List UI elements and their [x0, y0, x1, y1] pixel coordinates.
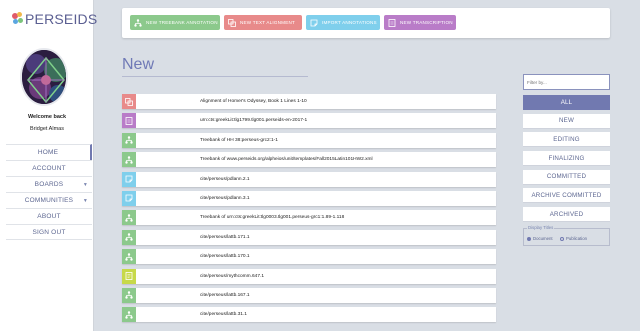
create-toolbar: NEW TREEBANK ANNOTATION NEW TEXT ALIGNME… [122, 8, 610, 38]
alignment-icon [228, 18, 236, 27]
logo-text: PERSEIDS [25, 11, 98, 27]
treebank-icon [122, 249, 136, 265]
option-label: Publication [566, 236, 588, 241]
alignment-icon [122, 94, 136, 109]
filter-label: EDITING [553, 135, 580, 143]
nav-item-communities[interactable]: COMMUNITIES ▼ [6, 192, 92, 208]
display-publication-option[interactable]: Publication [560, 236, 587, 241]
user-name: Bridget Almas [30, 126, 64, 132]
list-item-title[interactable]: Alignment of Homer's Odyssey, Book 1 Lin… [200, 99, 307, 104]
list-item[interactable]: cite/perseus/pdlann.3.1 [122, 190, 496, 206]
filter-label: ARCHIVE COMMITTED [531, 191, 602, 199]
title-divider [122, 76, 308, 77]
nav-item-label: ACCOUNT [32, 165, 66, 172]
list-item[interactable]: cite/perseus/lattb.31.1 [122, 307, 496, 323]
treebank-icon [122, 152, 136, 168]
nav-item-sign-out[interactable]: SIGN OUT [6, 224, 92, 240]
filter-finalizing-button[interactable]: FINALIZING [523, 151, 610, 167]
commentary-icon [122, 268, 136, 284]
list-item-title[interactable]: Treebank of HH 38:perseus-grc2:1-1 [200, 138, 278, 143]
list-item-title[interactable]: cite/perseus/mythcomm.647.1 [200, 274, 264, 279]
list-item-title[interactable]: cite/perseus/lattb.167.1 [200, 293, 250, 298]
annotation-icon [310, 19, 318, 27]
radio-selected-icon[interactable] [527, 236, 531, 241]
nav-item-label: SIGN OUT [32, 228, 66, 236]
new-treebank-annotation-button[interactable]: NEW TREEBANK ANNOTATION [130, 15, 220, 30]
caret-down-icon: ▼ [82, 198, 88, 204]
button-label: NEW TRANSCRIPTION [400, 20, 453, 25]
welcome-text: Welcome back [27, 114, 67, 120]
option-label: Document [533, 236, 553, 241]
page-title: New [122, 56, 155, 73]
display-titles-legend: Display Titles [527, 225, 555, 230]
treebank-icon [122, 210, 136, 226]
avatar[interactable] [20, 48, 68, 106]
treebank-icon [122, 132, 136, 148]
list-item[interactable]: Treebank of HH 38:perseus-grc2:1-1 [122, 132, 496, 148]
list-item-title[interactable]: cite/perseus/pdlann.2.1 [200, 177, 250, 182]
nav-item-label: BOARDS [34, 181, 64, 188]
filter-label: FINALIZING [548, 154, 585, 162]
filter-input[interactable] [523, 74, 610, 90]
list-item[interactable]: Treebank of urn:cts:greekLit:tlg0003.tlg… [122, 210, 496, 226]
annotation-icon [122, 171, 136, 187]
treebank-icon [122, 287, 136, 303]
list-item[interactable]: cite/perseus/lattb.167.1 [122, 287, 496, 303]
caret-down-icon: ▼ [82, 182, 88, 188]
list-item[interactable]: Alignment of Homer's Odyssey, Book 1 Lin… [122, 94, 496, 109]
new-transcription-button[interactable]: NEW TRANSCRIPTION [384, 15, 456, 30]
transcription-icon [122, 113, 136, 129]
transcription-icon [388, 18, 396, 27]
treebank-icon [122, 229, 136, 245]
sidebar: PERSEIDS Welcome back Bridget Almas HOME… [0, 0, 97, 331]
nav-item-label: ABOUT [37, 213, 61, 220]
filter-archived-button[interactable]: ARCHIVED [523, 207, 610, 223]
nav-item-boards[interactable]: BOARDS ▼ [6, 176, 92, 192]
list-item-title[interactable]: cite/perseus/lattb.170.1 [200, 254, 250, 259]
annotation-icon [122, 190, 136, 206]
nav-item-account[interactable]: ACCOUNT [6, 160, 92, 176]
filter-new-button[interactable]: NEW [523, 113, 610, 129]
nav-item-label: COMMUNITIES [24, 197, 74, 204]
display-titles-group: Display Titles Document Publication [523, 225, 610, 246]
filter-all-button[interactable]: ALL [523, 95, 610, 110]
nav-item-home[interactable]: HOME [6, 144, 92, 160]
filter-archive-committed-button[interactable]: ARCHIVE COMMITTED [523, 188, 610, 204]
logo-icon [12, 12, 24, 26]
filter-label: NEW [558, 117, 575, 125]
list-item[interactable]: Treebank of www.perseids.org/alpheios/un… [122, 152, 496, 168]
list-item-title[interactable]: cite/perseus/lattb.31.1 [200, 312, 247, 317]
button-label: IMPORT ANNOTATIONS [322, 20, 377, 25]
filter-committed-button[interactable]: COMMITTED [523, 169, 610, 185]
publication-list: Alignment of Homer's Odyssey, Book 1 Lin… [122, 94, 496, 327]
app-logo[interactable]: PERSEIDS [12, 9, 97, 29]
treebank-icon [134, 18, 142, 27]
import-annotations-button[interactable]: IMPORT ANNOTATIONS [306, 15, 380, 30]
list-item-title[interactable]: Treebank of urn:cts:greekLit:tlg0003.tlg… [200, 215, 344, 220]
treebank-icon [122, 307, 136, 323]
list-item[interactable]: cite/perseus/pdlann.2.1 [122, 171, 496, 187]
list-item-title[interactable]: urn:cts:greekLit:tlg1799.tlg001.perseids… [200, 118, 307, 123]
filter-label: COMMITTED [546, 173, 587, 181]
nav-item-label: HOME [37, 149, 59, 156]
sidebar-nav: HOME ACCOUNT BOARDS ▼ COMMUNITIES ▼ ABOU… [6, 144, 92, 240]
list-item[interactable]: cite/perseus/mythcomm.647.1 [122, 268, 496, 284]
filter-label: ALL [560, 99, 573, 106]
button-label: NEW TREEBANK ANNOTATION [146, 20, 218, 25]
list-item[interactable]: cite/perseus/lattb.171.1 [122, 229, 496, 245]
list-item-title[interactable]: Treebank of www.perseids.org/alpheios/un… [200, 157, 373, 162]
list-item-title[interactable]: cite/perseus/pdlann.3.1 [200, 196, 250, 201]
radio-unselected-icon[interactable] [560, 236, 564, 241]
status-filter-list: ALL NEW EDITING FINALIZING COMMITTED ARC… [523, 95, 610, 226]
button-label: NEW TEXT ALIGNMENT [240, 20, 295, 25]
filter-label: ARCHIVED [549, 210, 584, 218]
filter-editing-button[interactable]: EDITING [523, 132, 610, 148]
list-item[interactable]: urn:cts:greekLit:tlg1799.tlg001.perseids… [122, 113, 496, 129]
nav-item-about[interactable]: ABOUT [6, 208, 92, 224]
list-item[interactable]: cite/perseus/lattb.170.1 [122, 249, 496, 265]
new-text-alignment-button[interactable]: NEW TEXT ALIGNMENT [224, 15, 302, 30]
list-item-title[interactable]: cite/perseus/lattb.171.1 [200, 235, 250, 240]
display-document-option[interactable]: Document [527, 236, 553, 241]
